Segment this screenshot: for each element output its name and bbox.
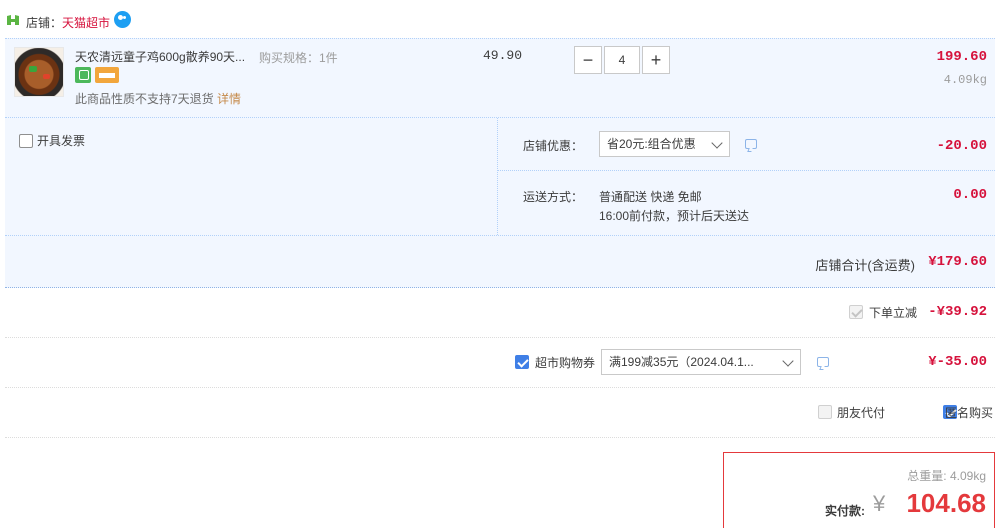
pay-amount: 104.68: [906, 488, 986, 518]
chevron-down-icon: [711, 137, 723, 149]
instant-discount-amount: -¥39.92: [928, 304, 987, 320]
shop-header: 店铺：天猫超市: [0, 0, 1007, 38]
shipping-eta: 16:00前付款，预计后天送达: [599, 209, 750, 223]
message-icon[interactable]: [745, 139, 757, 149]
return-details-link[interactable]: 详情: [217, 92, 241, 106]
unit-price: 49.90: [483, 48, 523, 63]
instant-discount-row: 下单立减 -¥39.92: [5, 288, 995, 338]
chat-icon[interactable]: [114, 11, 131, 28]
shop-name-link[interactable]: 天猫超市: [62, 16, 110, 30]
coupon-label: 超市购物券: [535, 356, 596, 370]
store-promo-amount: -20.00: [936, 138, 987, 154]
quantity-increase-button[interactable]: +: [642, 46, 670, 74]
coupon-row: 超市购物券 满199减35元（2024.04.1... ¥-35.00: [5, 338, 995, 388]
friend-pay-label: 朋友代付: [837, 406, 886, 420]
store-promo-label: 店铺优惠：: [523, 139, 584, 153]
payment-summary: 总重量: 4.09kg 实付款: ¥ 104.68: [723, 452, 995, 528]
anonymous-label: 匿名购买: [945, 406, 994, 420]
coupon-amount: ¥-35.00: [928, 354, 987, 370]
store-total-row: 店铺合计(含运费) ¥179.60: [5, 236, 995, 288]
shop-label: 店铺：天猫超市: [26, 16, 111, 30]
shipping-label: 运送方式：: [523, 190, 584, 204]
store-promo-value: 省20元:组合优惠: [607, 137, 696, 151]
cart-item-row: 天农清远童子鸡600g散养90天... 购买规格：1件 此商品性质不支持7天退货…: [5, 38, 995, 118]
message-icon[interactable]: [817, 357, 829, 367]
payment-options-row: 朋友代付 匿名购买: [5, 388, 995, 438]
order-options: 开具发票 店铺优惠： 省20元:组合优惠 -20.00 运送方式： 普通配送 快…: [5, 118, 995, 236]
product-thumbnail[interactable]: [14, 47, 64, 97]
pay-label: 实付款:: [825, 504, 865, 518]
invoice-option[interactable]: 开具发票: [19, 132, 85, 149]
service-badge-icon: [75, 67, 91, 83]
product-title[interactable]: 天农清远童子鸡600g散养90天...: [75, 48, 245, 65]
coupon-checkbox[interactable]: [515, 355, 529, 369]
chevron-down-icon: [782, 355, 794, 367]
store-total-amount: ¥179.60: [928, 254, 987, 270]
quantity-input[interactable]: 4: [604, 46, 640, 74]
invoice-label: 开具发票: [37, 134, 86, 148]
return-policy-note: 此商品性质不支持7天退货 详情: [75, 92, 242, 106]
card-badge-icon: [95, 67, 119, 83]
friend-pay-checkbox[interactable]: [818, 405, 832, 419]
total-weight: 总重量: 4.09kg: [907, 469, 986, 483]
instant-discount-checkbox: [849, 305, 863, 319]
shipping-amount: 0.00: [953, 187, 987, 203]
divider: [498, 170, 995, 171]
quantity-stepper: − 4 +: [574, 46, 670, 74]
quantity-decrease-button[interactable]: −: [574, 46, 602, 74]
item-weight: 4.09kg: [943, 73, 987, 87]
store-promo-select[interactable]: 省20元:组合优惠: [599, 131, 730, 157]
instant-discount-label: 下单立减: [869, 306, 918, 320]
invoice-checkbox[interactable]: [19, 133, 33, 148]
shop-icon: [7, 15, 19, 25]
currency-symbol: ¥: [873, 491, 886, 516]
item-subtotal: 199.60: [936, 49, 987, 65]
divider: [497, 118, 498, 235]
store-total-label: 店铺合计(含运费): [815, 258, 915, 273]
product-spec: 购买规格：1件: [259, 51, 338, 65]
shipping-method: 普通配送 快递 免邮: [599, 190, 702, 204]
coupon-value: 满199减35元（2024.04.1...: [609, 355, 754, 369]
coupon-select[interactable]: 满199减35元（2024.04.1...: [601, 349, 801, 375]
